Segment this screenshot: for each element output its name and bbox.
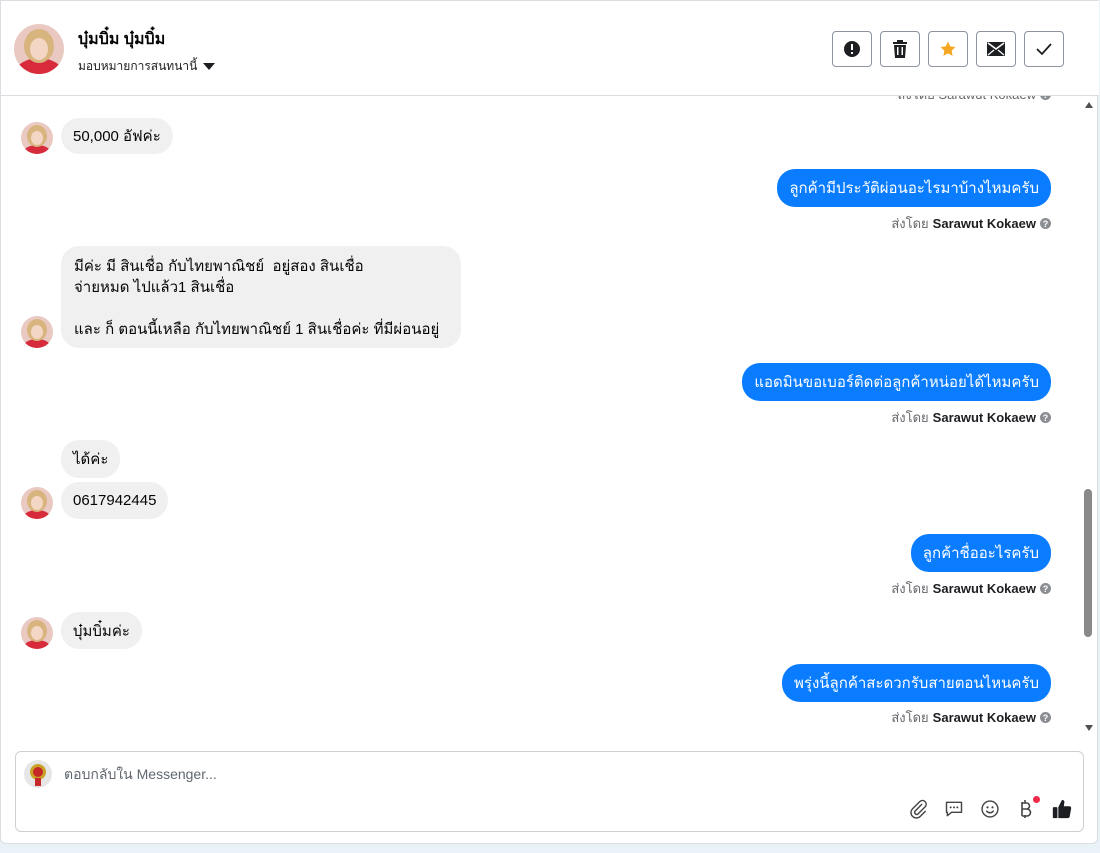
scroll-down-arrow-icon[interactable] [1085,725,1093,731]
notification-dot [1033,796,1040,803]
baht-icon [1021,800,1032,818]
help-icon[interactable]: ? [1040,96,1051,100]
sent-by-meta: ส่งโดย Sarawut Kokaew ? [891,407,1051,428]
incoming-message[interactable]: บุ๋มบิ๋มค่ะ [61,612,142,649]
sent-by-meta: ส่งโดย Sarawut Kokaew ? [891,578,1051,599]
incoming-message[interactable]: มีค่ะ มี สินเชื่อ กับไทยพาณิชย์ อยู่สอง … [61,246,461,348]
smiley-icon [981,800,999,818]
help-icon[interactable]: ? [1040,412,1051,423]
header-actions [832,31,1064,67]
paperclip-icon [910,799,927,819]
caret-down-icon [203,63,216,70]
scrollbar-thumb[interactable] [1084,489,1092,637]
sent-by-meta: ส่งโดย Sarawut Kokaew ? [891,707,1051,728]
star-icon [940,41,956,56]
assign-conversation-dropdown[interactable]: มอบหมายการสนทนานี้ [78,57,216,76]
assign-conversation-label: มอบหมายการสนทนานี้ [78,59,198,73]
star-button[interactable] [928,31,968,67]
incoming-message[interactable]: 0617942445 [61,482,169,519]
sent-by-text: ส่งโดย Sarawut Kokaew [898,96,1037,105]
reply-input[interactable] [64,766,864,782]
sender-avatar[interactable] [21,316,53,348]
conversation-panel: บุ๋มบิ๋ม บุ๋มบิ๋ม มอบหมายการสนทนานี้ 50,… [0,0,1099,844]
delete-button[interactable] [880,31,920,67]
sent-by-prefix: ส่งโดย [891,410,929,425]
sent-by-name: Sarawut Kokaew [932,216,1036,231]
sent-by-name: Sarawut Kokaew [932,710,1036,725]
chat-bubble-icon [945,801,963,817]
mark-spam-button[interactable] [832,31,872,67]
payment-button[interactable] [1015,796,1040,820]
sent-by-meta: ส่งโดย Sarawut Kokaew ? [891,213,1051,234]
conversation-header: บุ๋มบิ๋ม บุ๋มบิ๋ม มอบหมายการสนทนานี้ [1,1,1099,96]
page-avatar [24,760,52,788]
sent-by-prefix: ส่งโดย [891,581,929,596]
envelope-icon [987,42,1005,56]
trash-icon [893,40,907,58]
sent-by-name: Sarawut Kokaew [932,581,1036,596]
help-icon[interactable]: ? [1040,712,1051,723]
message-list-scrollbar[interactable] [1081,96,1099,739]
composer-tools [907,796,1073,820]
reply-composer [15,751,1084,832]
sent-by-name: Sarawut Kokaew [932,410,1036,425]
emoji-button[interactable] [979,798,1001,820]
sender-avatar[interactable] [21,617,53,649]
sent-by-prefix: ส่งโดย [891,710,929,725]
attach-button[interactable] [907,798,929,820]
sender-avatar[interactable] [21,487,53,519]
mark-done-button[interactable] [1024,31,1064,67]
like-button[interactable] [1051,798,1073,820]
check-icon [1036,43,1052,56]
saved-replies-button[interactable] [943,798,965,820]
outgoing-message[interactable]: ลูกค้ามีประวัติผ่อนอะไรมาบ้างไหมครับ [777,169,1051,207]
thumbs-up-icon [1052,799,1072,819]
help-icon[interactable]: ? [1040,583,1051,594]
scroll-up-arrow-icon[interactable] [1085,102,1093,108]
contact-name: บุ๋มบิ๋ม บุ๋มบิ๋ม [78,31,166,48]
outgoing-message[interactable]: แอดมินขอเบอร์ติดต่อลูกค้าหน่อยได้ไหมครับ [742,363,1051,401]
outgoing-message[interactable]: ลูกค้าชื่ออะไรครับ [910,534,1051,572]
incoming-message[interactable]: 50,000 อัฟค่ะ [61,118,173,154]
incoming-message[interactable]: ได้ค่ะ [61,440,121,478]
sent-by-meta: ส่งโดย Sarawut Kokaew ? [898,96,1051,105]
message-list[interactable]: ส่งโดย Sarawut Kokaew ? 50,000 อัฟค่ะ ลู… [1,96,1081,739]
help-icon[interactable]: ? [1040,218,1051,229]
exclamation-circle-icon [844,41,860,57]
sender-avatar[interactable] [21,122,53,154]
outgoing-message[interactable]: พรุ่งนี้ลูกค้าสะดวกรับสายตอนไหนครับ [782,664,1051,702]
contact-avatar[interactable] [14,24,64,74]
mark-unread-button[interactable] [976,31,1016,67]
sent-by-prefix: ส่งโดย [891,216,929,231]
